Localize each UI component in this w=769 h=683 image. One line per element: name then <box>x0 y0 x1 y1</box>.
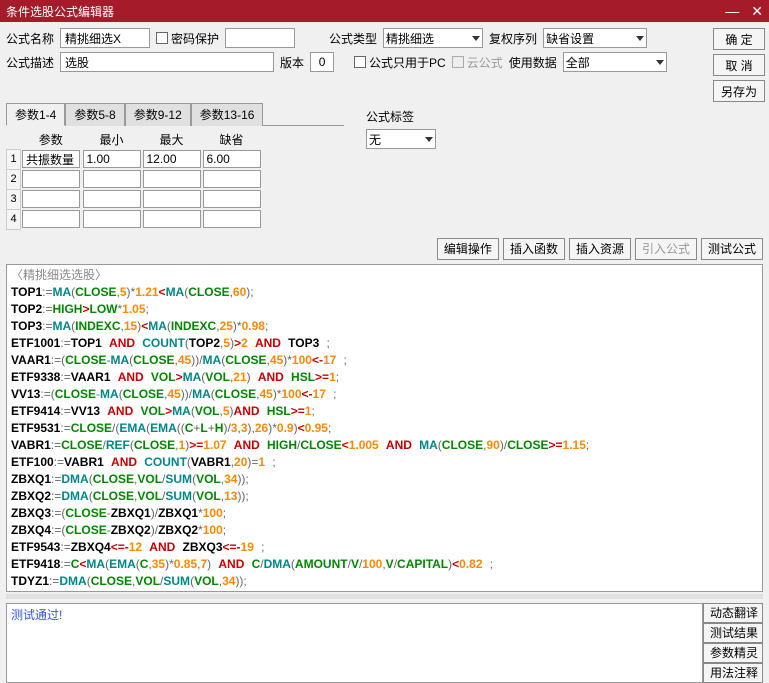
label-fqseq: 复权序列 <box>489 30 537 47</box>
tab-params-13-16[interactable]: 参数13-16 <box>191 103 264 126</box>
param-name-input[interactable] <box>22 170 80 188</box>
cancel-button[interactable]: 取 消 <box>713 54 765 76</box>
param-max-input[interactable] <box>143 170 201 188</box>
insres-button[interactable]: 插入资源 <box>569 238 631 260</box>
titlebar: 条件选股公式编辑器 — ✕ <box>0 0 769 22</box>
tag-select[interactable]: 无 <box>366 129 436 149</box>
param-tabs: 参数1-4 参数5-8 参数9-12 参数13-16 <box>6 102 344 126</box>
editop-button[interactable]: 编辑操作 <box>437 238 499 260</box>
chevron-down-icon <box>425 137 433 142</box>
param-row: 1 <box>7 149 262 169</box>
test-button[interactable]: 测试公式 <box>701 238 763 260</box>
col-min: 最小 <box>82 130 142 149</box>
insfn-button[interactable]: 插入函数 <box>503 238 565 260</box>
paramwiz-button[interactable]: 参数精灵 <box>703 643 763 663</box>
testres-button[interactable]: 测试结果 <box>703 623 763 643</box>
name-input[interactable] <box>60 28 150 48</box>
dyntrans-button[interactable]: 动态翻译 <box>703 603 763 623</box>
label-name: 公式名称 <box>6 30 54 47</box>
fqseq-select[interactable]: 缺省设置 <box>543 28 647 48</box>
usedata-select[interactable]: 全部 <box>563 52 667 72</box>
usage-button[interactable]: 用法注释 <box>703 663 763 683</box>
param-row: 4 <box>7 209 262 229</box>
label-type: 公式类型 <box>329 30 377 47</box>
param-row: 3 <box>7 189 262 209</box>
param-row: 2 <box>7 169 262 189</box>
param-min-input[interactable] <box>83 210 141 228</box>
incform-button: 引入公式 <box>635 238 697 260</box>
param-name-input[interactable] <box>22 150 80 168</box>
param-def-input[interactable] <box>203 170 261 188</box>
label-ver: 版本 <box>280 54 304 71</box>
tab-params-9-12[interactable]: 参数9-12 <box>125 103 191 126</box>
param-min-input[interactable] <box>83 190 141 208</box>
col-max: 最大 <box>142 130 202 149</box>
label-tag: 公式标签 <box>366 110 414 124</box>
saveas-button[interactable]: 另存为 <box>713 80 765 102</box>
minimize-icon[interactable]: — <box>725 3 739 20</box>
pwd-checkbox[interactable]: 密码保护 <box>156 30 219 47</box>
param-def-input[interactable] <box>203 210 261 228</box>
status-output: 测试通过! <box>6 603 703 683</box>
desc-input[interactable] <box>60 52 274 72</box>
window-title: 条件选股公式编辑器 <box>6 3 114 20</box>
chevron-down-icon <box>656 60 664 65</box>
pconly-checkbox[interactable]: 公式只用于PC <box>354 54 446 71</box>
col-name: 参数 <box>21 130 82 149</box>
param-max-input[interactable] <box>143 150 201 168</box>
tab-params-5-8[interactable]: 参数5-8 <box>65 103 124 126</box>
label-usedata: 使用数据 <box>509 54 557 71</box>
splitter[interactable] <box>6 594 763 599</box>
param-min-input[interactable] <box>83 170 141 188</box>
param-name-input[interactable] <box>22 210 80 228</box>
label-desc: 公式描述 <box>6 54 54 71</box>
cloud-checkbox: 云公式 <box>452 54 503 71</box>
chevron-down-icon <box>472 36 480 41</box>
close-icon[interactable]: ✕ <box>751 3 763 20</box>
ver-input[interactable] <box>310 52 334 72</box>
chevron-down-icon <box>636 36 644 41</box>
param-max-input[interactable] <box>143 190 201 208</box>
param-max-input[interactable] <box>143 210 201 228</box>
type-select[interactable]: 精挑细选 <box>383 28 483 48</box>
col-def: 缺省 <box>202 130 262 149</box>
param-min-input[interactable] <box>83 150 141 168</box>
param-def-input[interactable] <box>203 190 261 208</box>
param-def-input[interactable] <box>203 150 261 168</box>
pwd-input[interactable] <box>225 28 295 48</box>
tab-params-1-4[interactable]: 参数1-4 <box>6 103 65 126</box>
ok-button[interactable]: 确 定 <box>713 28 765 50</box>
param-name-input[interactable] <box>22 190 80 208</box>
params-table: 参数 最小 最大 缺省 1 2 <box>6 130 262 230</box>
code-editor[interactable]: 〈精挑细选选股〉 TOP1:=MA(CLOSE,5)*1.21<MA(CLOSE… <box>6 264 763 592</box>
